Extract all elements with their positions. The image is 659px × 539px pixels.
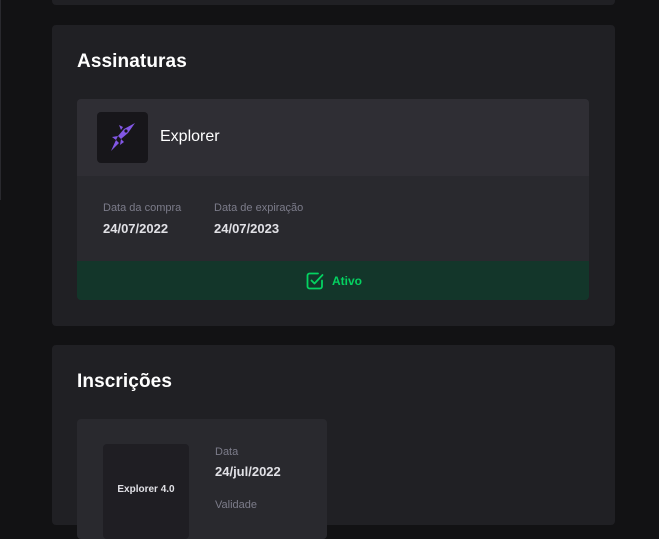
expiration-date-label: Data de expiração (214, 202, 304, 214)
enrollment-thumbnail-label: Explorer 4.0 (117, 484, 175, 495)
subscription-item: Explorer Data da compra 24/07/2022 Data … (77, 99, 589, 300)
status-label: Ativo (332, 273, 362, 288)
purchase-date-label: Data da compra (103, 202, 182, 214)
rocket-icon (111, 123, 135, 151)
subscription-header: Explorer (77, 99, 589, 176)
enrollment-date-value: 24/jul/2022 (215, 464, 281, 479)
left-edge-divider (0, 0, 1, 200)
enrollment-validity-label: Validade (215, 499, 257, 511)
enrollments-title: Inscrições (77, 371, 172, 392)
check-square-icon (306, 272, 324, 289)
status-badge: Ativo (306, 271, 362, 290)
previous-card (52, 0, 615, 5)
expiration-date-value: 24/07/2023 (214, 221, 280, 236)
subscriptions-title: Assinaturas (77, 51, 187, 72)
enrollment-thumbnail: Explorer 4.0 (103, 444, 189, 539)
plan-name: Explorer (160, 128, 220, 145)
enrollment-date-label: Data (215, 446, 239, 458)
plan-logo (97, 112, 148, 163)
subscriptions-card: Assinaturas Explorer Data da compra 24/0… (52, 25, 615, 326)
purchase-date-value: 24/07/2022 (103, 221, 169, 236)
enrollment-item[interactable]: Explorer 4.0 Data 24/jul/2022 Validade (77, 419, 327, 539)
status-bar: Ativo (77, 261, 589, 300)
enrollments-card: Inscrições Explorer 4.0 Data 24/jul/2022… (52, 345, 615, 539)
